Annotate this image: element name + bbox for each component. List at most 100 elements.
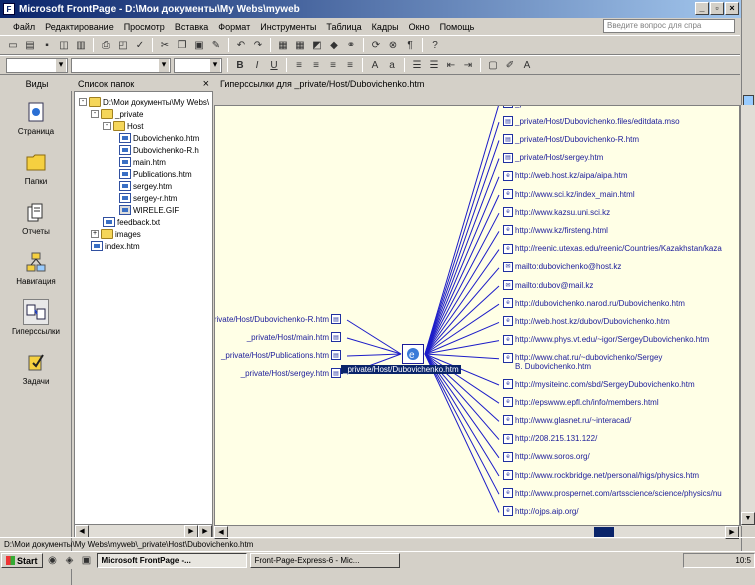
spelling-icon[interactable]: ✓	[133, 38, 147, 52]
center-page-label[interactable]: _private/Host/Dubovichenko.htm	[341, 365, 461, 374]
tree-item[interactable]: + images	[91, 228, 141, 240]
view-page[interactable]: Страница	[2, 99, 70, 136]
indent-icon[interactable]: ⇥	[461, 58, 475, 72]
publish-icon[interactable]: ◫	[57, 38, 71, 52]
format-painter-icon[interactable]: ✎	[209, 38, 223, 52]
outgoing-link[interactable]: ▤ _private/Host/Dubovichenko-R.htm	[503, 134, 639, 145]
outgoing-link[interactable]: e http://web.host.kz/dubov/Dubovichenko.h…	[503, 316, 670, 327]
underline-icon[interactable]: U	[267, 58, 281, 72]
italic-icon[interactable]: I	[250, 58, 264, 72]
outgoing-link[interactable]: ✉ mailto:dubovichenko@host.kz	[503, 261, 621, 272]
outgoing-link[interactable]: e http://web.host.kz/aipa/aipa.htm	[503, 170, 628, 181]
menu-help[interactable]: Помощь	[435, 22, 480, 32]
align-left-icon[interactable]: ≡	[292, 58, 306, 72]
print-icon[interactable]: ⎙	[99, 38, 113, 52]
menu-tools[interactable]: Инструменты	[255, 22, 321, 32]
align-center-icon[interactable]: ≡	[309, 58, 323, 72]
outgoing-link[interactable]: ▤ _private/Host/Dubovichenko.files/editda…	[503, 116, 680, 127]
save-icon[interactable]: ▪	[40, 38, 54, 52]
style-select[interactable]	[6, 57, 68, 73]
expand-icon[interactable]: +	[91, 230, 99, 238]
menu-file[interactable]: Файл	[8, 22, 40, 32]
outdent-icon[interactable]: ⇤	[444, 58, 458, 72]
task-fp-express[interactable]: Front-Page-Express-6 - Mic...	[249, 553, 400, 568]
center-page-icon[interactable]: e	[402, 344, 424, 364]
view-navigation[interactable]: Навигация	[2, 249, 70, 286]
start-button[interactable]: Start	[1, 553, 43, 568]
outgoing-link[interactable]: e http://www.kz/firsteng.html	[503, 225, 608, 236]
folder-list-icon[interactable]: ▥	[74, 38, 88, 52]
minimize-button[interactable]: _	[695, 2, 709, 15]
refresh-icon[interactable]: ⟳	[369, 38, 383, 52]
menu-window[interactable]: Окно	[404, 22, 435, 32]
view-reports[interactable]: Отчеты	[2, 199, 70, 236]
outgoing-link[interactable]: e http://208.215.131.122/	[503, 433, 597, 444]
tree-item[interactable]: - Host	[103, 120, 143, 132]
outgoing-link[interactable]: ▤ _private/Host/sergey.htm	[503, 152, 603, 163]
outgoing-link[interactable]: e http://reenic.utexas.edu/reenic/Countri…	[503, 243, 722, 254]
open-icon[interactable]: ▤	[23, 38, 37, 52]
collapse-icon[interactable]: -	[103, 122, 111, 130]
maximize-button[interactable]: ▫	[710, 2, 724, 15]
menu-table[interactable]: Таблица	[321, 22, 366, 32]
tree-item[interactable]: - D:\Мои документы\My Webs\	[79, 96, 209, 108]
outgoing-link[interactable]: e http://www.soros.org/	[503, 451, 590, 462]
tree-item[interactable]: WIRELE.GIF	[119, 204, 179, 216]
tree-item[interactable]: index.htm	[91, 240, 140, 252]
outgoing-link[interactable]: ✉ mailto:dubov@mail.kz	[503, 280, 593, 290]
outgoing-link[interactable]: e http://www.prospernet.com/artsscience/s…	[503, 488, 722, 499]
help-icon[interactable]: ?	[428, 38, 442, 52]
tree-item[interactable]: - _private	[91, 108, 143, 120]
outgoing-link[interactable]: e http://mysiteinc.com/sbd/SergeyDubovich…	[503, 379, 695, 389]
new-page-icon[interactable]: ▭	[6, 38, 20, 52]
show-all-icon[interactable]: ¶	[403, 38, 417, 52]
redo-icon[interactable]: ↷	[251, 38, 265, 52]
tree-item[interactable]: Dubovichenko-R.h	[119, 144, 199, 156]
font-select[interactable]	[71, 57, 171, 73]
menu-insert[interactable]: Вставка	[170, 22, 213, 32]
incoming-link[interactable]: _private/Host/sergey.htm ▤	[241, 368, 343, 378]
align-right-icon[interactable]: ≡	[326, 58, 340, 72]
bold-icon[interactable]: B	[233, 58, 247, 72]
task-frontpage[interactable]: Microsoft FrontPage -...	[96, 553, 247, 568]
outgoing-link[interactable]: ▤_private/Host/Dubovichenko.files/fileli…	[503, 106, 668, 108]
outgoing-link[interactable]: e http://www.glasnet.ru/~interacad/	[503, 415, 631, 426]
close-folder-list-icon[interactable]: ×	[203, 78, 209, 90]
highlight-icon[interactable]: ✐	[503, 58, 517, 72]
menu-view[interactable]: Просмотр	[119, 22, 170, 32]
border-icon[interactable]: ▢	[486, 58, 500, 72]
copy-icon[interactable]: ❐	[175, 38, 189, 52]
justify-icon[interactable]: ≡	[343, 58, 357, 72]
insert-table-icon[interactable]: ▦	[293, 38, 307, 52]
web-component-icon[interactable]: ▦	[276, 38, 290, 52]
menu-edit[interactable]: Редактирование	[40, 22, 119, 32]
incoming-link[interactable]: _private/Host/Publications.htm ▤	[221, 350, 343, 360]
view-tasks[interactable]: Задачи	[2, 349, 70, 386]
stop-icon[interactable]: ⊗	[386, 38, 400, 52]
paste-icon[interactable]: ▣	[192, 38, 206, 52]
folder-hscroll[interactable]: ◀ ▶ ▶	[75, 524, 212, 537]
tree-item[interactable]: feedback.txt	[103, 216, 160, 228]
outgoing-link[interactable]: e http://www.rockbridge.net/personal/higs…	[503, 470, 699, 480]
font-size-select[interactable]	[174, 57, 222, 73]
collapse-icon[interactable]: -	[79, 98, 87, 106]
drawing-icon[interactable]: ◆	[327, 38, 341, 52]
font-color-icon[interactable]: A	[520, 58, 534, 72]
incoming-link[interactable]: private/Host/Dubovichenko-R.htm ▤	[215, 314, 343, 324]
tree-item[interactable]: main.htm	[119, 156, 166, 168]
menu-format[interactable]: Формат	[213, 22, 255, 32]
outgoing-link[interactable]: e http://www.phys.vt.edu/~igor/SergeyDubo…	[503, 334, 709, 345]
canvas-vscroll[interactable]: ▼	[740, 105, 755, 526]
quicklaunch-outlook-icon[interactable]: ◈	[63, 554, 77, 568]
incoming-link[interactable]: _private/Host/main.htm ▤	[247, 332, 343, 342]
collapse-icon[interactable]: -	[91, 110, 99, 118]
tree-item[interactable]: sergey-r.htm	[119, 192, 177, 204]
numbering-icon[interactable]: ☰	[410, 58, 424, 72]
undo-icon[interactable]: ↶	[234, 38, 248, 52]
outgoing-link[interactable]: e http://dubovichenko.narod.ru/Dubovichen…	[503, 298, 685, 309]
tree-item[interactable]: Publications.htm	[119, 168, 192, 180]
hyperlink-icon[interactable]: ⚭	[344, 38, 358, 52]
view-hyperlinks[interactable]: Гиперссылки	[2, 299, 70, 336]
outgoing-link[interactable]: e http://ojps.aip.org/	[503, 506, 579, 517]
view-folders[interactable]: Папки	[2, 149, 70, 186]
